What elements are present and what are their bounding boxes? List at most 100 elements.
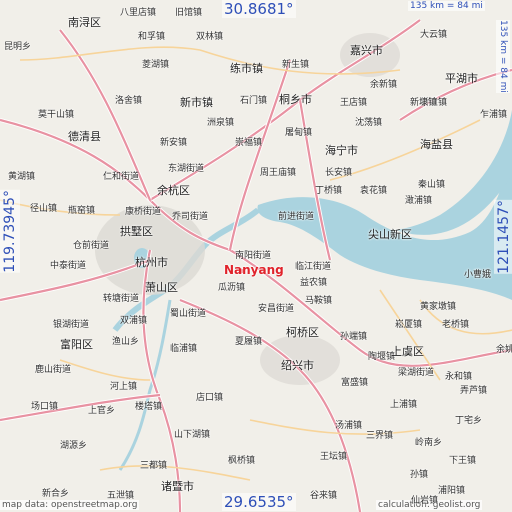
town-label: 诸暨市 (161, 480, 194, 493)
town-label: 老桥镇 (442, 320, 470, 330)
town-label: 丁桥镇 (315, 186, 343, 196)
town-label: 银湖街道 (53, 320, 90, 330)
town-label: 拱墅区 (120, 225, 153, 238)
scale-bar-right: 135 km = 84 mi (496, 20, 510, 93)
town-label: 仓前街道 (73, 241, 110, 251)
scale-bar-top: 135 km = 84 mi (408, 1, 485, 11)
town-label: 黄湖镇 (8, 172, 36, 182)
town-label: 双浦镇 (120, 316, 148, 326)
town-label: 新生镇 (282, 60, 310, 70)
attribution-map-data: map data: openstreetmap.org (0, 500, 140, 510)
town-label: 崇福镇 (235, 138, 263, 148)
left-longitude-label: 119.73945° (0, 190, 20, 273)
town-label: 乍浦镇 (480, 110, 508, 120)
town-label: 渔山乡 (112, 337, 140, 347)
town-label: 瓶窑镇 (68, 206, 96, 216)
town-label: 上官乡 (88, 406, 116, 416)
town-label: 湖源乡 (60, 441, 88, 451)
town-label: 屠甸镇 (285, 128, 313, 138)
town-label: 枫桥镇 (228, 456, 256, 466)
town-label: 澉浦镇 (405, 196, 433, 206)
town-label: 黄家墩镇 (420, 302, 457, 312)
town-label: 绍兴市 (281, 359, 314, 372)
town-label: 楼塔镇 (135, 402, 163, 412)
town-label: 转塘街道 (103, 294, 140, 304)
town-label: 八里店镇 (120, 8, 157, 18)
town-label: 袁花镇 (360, 186, 388, 196)
map-canvas[interactable]: 30.8681° 29.6535° 119.73945° 121.1457° 1… (0, 0, 512, 512)
town-label: 安昌街道 (258, 304, 295, 314)
town-label: 前进街道 (278, 212, 315, 222)
town-label: 平湖市 (445, 72, 478, 85)
town-label: 弄芦镇 (460, 386, 488, 396)
town-label: 上浦镇 (390, 400, 418, 410)
town-label: 洛舍镇 (115, 96, 143, 106)
town-label: 新安镇 (160, 138, 188, 148)
town-label: 柯桥区 (286, 326, 319, 339)
right-longitude-label: 121.1457° (494, 200, 512, 274)
town-label: 中泰街道 (50, 261, 87, 271)
town-label: 谷来镇 (310, 491, 338, 501)
town-label: 沈荡镇 (355, 118, 383, 128)
town-label: 径山镇 (30, 204, 58, 214)
town-label: 益农镇 (300, 278, 328, 288)
town-label: 石门镇 (240, 96, 268, 106)
town-label: 东湖街道 (168, 164, 205, 174)
town-label: 王坛镇 (320, 452, 348, 462)
town-label: 桐乡市 (279, 93, 312, 106)
town-label: 旧馆镇 (175, 8, 203, 18)
town-label: 梁湖街道 (398, 368, 435, 378)
town-label: 嘉兴市 (350, 44, 383, 57)
town-label: 海宁市 (325, 144, 358, 157)
town-label: 菱湖镇 (142, 60, 170, 70)
town-label: 下王镇 (449, 456, 477, 466)
town-label: 余杭区 (157, 184, 190, 197)
town-label: 五泄镇 (107, 491, 135, 501)
town-label: 康桥街道 (125, 207, 162, 217)
town-label: 孙镇 (410, 470, 429, 480)
town-label: 上虞区 (391, 345, 424, 358)
town-label: 周王庙镇 (260, 168, 297, 178)
town-label: 萧山区 (145, 281, 178, 294)
town-label: 昆明乡 (4, 42, 32, 52)
town-label: 孙端镇 (340, 332, 368, 342)
town-label: 蜀山街道 (170, 309, 207, 319)
town-label: 河上镇 (110, 382, 138, 392)
town-label: 临浦镇 (170, 344, 198, 354)
town-label: 和孚镇 (138, 32, 166, 42)
top-latitude-label: 30.8681° (222, 0, 296, 18)
town-label: 王店镇 (340, 98, 368, 108)
town-label: 秦山镇 (418, 180, 446, 190)
town-label: 双林镇 (196, 32, 224, 42)
town-label: 南浔区 (68, 16, 101, 29)
town-label: 长安镇 (325, 168, 353, 178)
town-label: 浦阳镇 (438, 486, 466, 496)
place-name-label: Nanyang (224, 263, 284, 277)
town-label: 岭南乡 (415, 438, 443, 448)
town-label: 洲泉镇 (207, 118, 235, 128)
town-label: 鹿山街道 (35, 365, 72, 375)
town-label: 富盛镇 (341, 378, 369, 388)
town-label: 余新镇 (370, 80, 398, 90)
town-label: 莫干山镇 (38, 110, 75, 120)
town-label: 仁和街道 (103, 172, 140, 182)
town-label: 汤浦镇 (335, 421, 363, 431)
town-label: 南阳街道 (235, 251, 272, 261)
town-label: 马鞍镇 (305, 296, 333, 306)
bottom-latitude-label: 29.6535° (222, 493, 296, 511)
town-label: 夏履镇 (235, 337, 263, 347)
town-label: 新合乡 (42, 489, 70, 499)
town-label: 山下湖镇 (174, 430, 211, 440)
town-label: 大云镇 (420, 30, 448, 40)
town-label: 尖山新区 (368, 228, 412, 241)
town-label: 海盐县 (420, 138, 453, 151)
town-label: 临江街道 (295, 262, 332, 272)
town-label: 三都镇 (140, 461, 168, 471)
town-label: 新市镇 (180, 96, 213, 109)
town-label: 场口镇 (31, 402, 59, 412)
town-label: 乔司街道 (172, 212, 209, 222)
town-label: 新埭镇 (410, 98, 438, 108)
town-label: 德清县 (68, 130, 101, 143)
town-label: 仙岩镇 (411, 496, 439, 506)
town-label: 三界镇 (366, 431, 394, 441)
